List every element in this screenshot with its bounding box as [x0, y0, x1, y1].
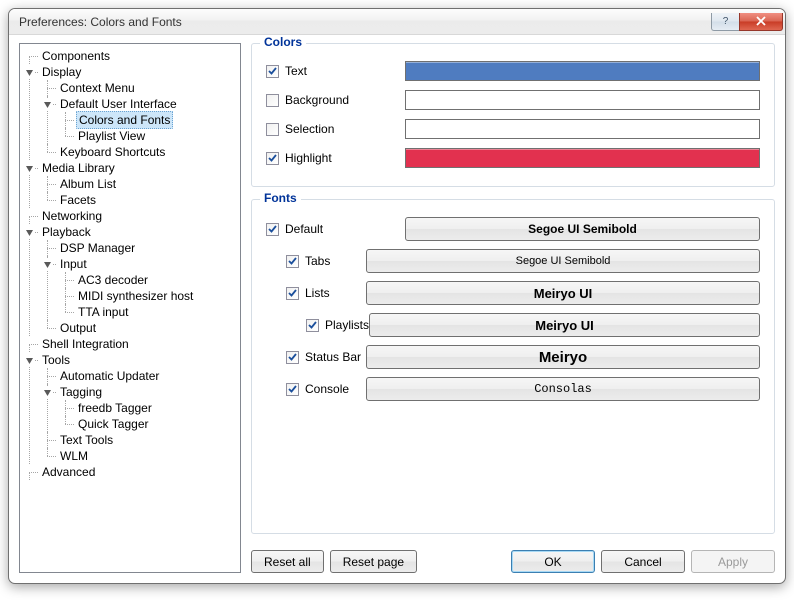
tree-item-auto-updater[interactable]: Automatic Updater — [58, 368, 161, 384]
playlists-font-button[interactable]: Meiryo UI — [369, 313, 760, 337]
text-color-checkbox[interactable] — [266, 65, 279, 78]
fonts-heading: Fonts — [260, 191, 301, 205]
fonts-group: Fonts Default Segoe UI Semibold Tabs Seg… — [251, 199, 775, 534]
tree-item-playlist-view[interactable]: Playlist View — [76, 128, 147, 144]
tree-item-quick-tagger[interactable]: Quick Tagger — [76, 416, 150, 432]
tree-item-output[interactable]: Output — [58, 320, 98, 336]
tabs-font-button[interactable]: Segoe UI Semibold — [366, 249, 760, 273]
window-buttons: ? — [711, 13, 783, 31]
tree-item-facets[interactable]: Facets — [58, 192, 98, 208]
tree-item-media-library[interactable]: Media Library — [40, 160, 117, 176]
background-color-checkbox[interactable] — [266, 94, 279, 107]
tree-item-context-menu[interactable]: Context Menu — [58, 80, 137, 96]
tree-item-keyboard-shortcuts[interactable]: Keyboard Shortcuts — [58, 144, 167, 160]
reset-all-button[interactable]: Reset all — [251, 550, 324, 573]
highlight-color-label: Highlight — [285, 151, 405, 165]
selection-color-checkbox[interactable] — [266, 123, 279, 136]
ok-button[interactable]: OK — [511, 550, 595, 573]
highlight-color-swatch[interactable] — [405, 148, 760, 168]
console-font-button[interactable]: Consolas — [366, 377, 760, 401]
tabs-font-checkbox[interactable] — [286, 255, 299, 268]
titlebar[interactable]: Preferences: Colors and Fonts ? — [9, 9, 785, 35]
collapse-icon[interactable] — [42, 99, 53, 110]
tree-item-album-list[interactable]: Album List — [58, 176, 118, 192]
console-font-checkbox[interactable] — [286, 383, 299, 396]
dialog-button-bar: Reset all Reset page OK Cancel Apply — [251, 546, 775, 573]
tree-item-ac3[interactable]: AC3 decoder — [76, 272, 150, 288]
tree-item-dsp-manager[interactable]: DSP Manager — [58, 240, 137, 256]
close-button[interactable] — [739, 13, 783, 31]
background-color-label: Background — [285, 93, 405, 107]
tree-item-playback[interactable]: Playback — [40, 224, 93, 240]
default-font-checkbox[interactable] — [266, 223, 279, 236]
colors-heading: Colors — [260, 35, 306, 49]
lists-font-checkbox[interactable] — [286, 287, 299, 300]
background-color-swatch[interactable] — [405, 90, 760, 110]
preferences-dialog: Preferences: Colors and Fonts ? Componen… — [8, 8, 786, 584]
tree-item-tools[interactable]: Tools — [40, 352, 72, 368]
tree-item-advanced[interactable]: Advanced — [40, 464, 97, 480]
default-font-button[interactable]: Segoe UI Semibold — [405, 217, 760, 241]
tree-item-components[interactable]: Components — [40, 48, 112, 64]
collapse-icon[interactable] — [24, 67, 35, 78]
cancel-button[interactable]: Cancel — [601, 550, 685, 573]
tree-item-shell-integration[interactable]: Shell Integration — [40, 336, 131, 352]
playlists-font-checkbox[interactable] — [306, 319, 319, 332]
console-font-label: Console — [305, 382, 349, 396]
tree-item-tta[interactable]: TTA input — [76, 304, 130, 320]
tabs-font-label: Tabs — [305, 254, 330, 268]
close-icon — [755, 16, 767, 26]
lists-font-label: Lists — [305, 286, 330, 300]
reset-page-button[interactable]: Reset page — [330, 550, 417, 573]
tree-item-text-tools[interactable]: Text Tools — [58, 432, 115, 448]
collapse-icon[interactable] — [24, 355, 35, 366]
lists-font-button[interactable]: Meiryo UI — [366, 281, 760, 305]
settings-panel: Colors Text Background Selection — [251, 43, 775, 573]
dialog-content: Components Display Context Menu Default … — [9, 35, 785, 583]
text-color-label: Text — [285, 64, 405, 78]
apply-button[interactable]: Apply — [691, 550, 775, 573]
help-button[interactable]: ? — [711, 13, 739, 31]
tree-item-default-ui[interactable]: Default User Interface — [58, 96, 179, 112]
collapse-icon[interactable] — [42, 259, 53, 270]
help-icon: ? — [723, 16, 729, 27]
tree-item-networking[interactable]: Networking — [40, 208, 104, 224]
statusbar-font-checkbox[interactable] — [286, 351, 299, 364]
playlists-font-label: Playlists — [325, 318, 369, 332]
collapse-icon[interactable] — [24, 163, 35, 174]
collapse-icon[interactable] — [42, 387, 53, 398]
category-tree[interactable]: Components Display Context Menu Default … — [19, 43, 241, 573]
tree-item-tagging[interactable]: Tagging — [58, 384, 104, 400]
tree-item-input[interactable]: Input — [58, 256, 89, 272]
selection-color-label: Selection — [285, 122, 405, 136]
tree-item-colors-fonts[interactable]: Colors and Fonts — [76, 111, 173, 129]
statusbar-font-label: Status Bar — [305, 350, 361, 364]
window-title: Preferences: Colors and Fonts — [19, 15, 711, 29]
tree-item-midi[interactable]: MIDI synthesizer host — [76, 288, 195, 304]
text-color-swatch[interactable] — [405, 61, 760, 81]
tree-item-wlm[interactable]: WLM — [58, 448, 90, 464]
tree-item-display[interactable]: Display — [40, 64, 83, 80]
tree-item-freedb[interactable]: freedb Tagger — [76, 400, 154, 416]
default-font-label: Default — [285, 222, 405, 236]
statusbar-font-button[interactable]: Meiryo — [366, 345, 760, 369]
highlight-color-checkbox[interactable] — [266, 152, 279, 165]
selection-color-swatch[interactable] — [405, 119, 760, 139]
collapse-icon[interactable] — [24, 227, 35, 238]
colors-group: Colors Text Background Selection — [251, 43, 775, 187]
